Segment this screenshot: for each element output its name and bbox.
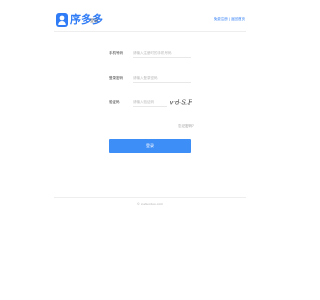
login-page: 序多多 登录 免费注册|返回首页 手机号码 登录密码 验证码 v d S F 忘… — [0, 0, 300, 300]
password-label: 登录密码 — [109, 76, 123, 80]
home-link[interactable]: 返回首页 — [231, 17, 245, 21]
link-separator: | — [228, 17, 230, 21]
password-input[interactable] — [133, 74, 191, 83]
page-title: 登录 — [90, 18, 98, 23]
brand-logo[interactable]: 序多多 — [70, 12, 103, 27]
phone-input[interactable] — [133, 49, 191, 58]
register-link[interactable]: 免费注册 — [214, 17, 228, 21]
captcha-label: 验证码 — [109, 100, 120, 104]
user-avatar-icon[interactable] — [56, 13, 68, 27]
login-button[interactable]: 登录 — [109, 139, 191, 153]
header-links: 免费注册|返回首页 — [214, 17, 245, 22]
forgot-password-link[interactable]: 忘记密码? — [178, 124, 194, 129]
footer-copyright: © xuduoduo.com — [136, 202, 164, 206]
captcha-image[interactable]: v d S F — [170, 97, 192, 107]
captcha-input[interactable] — [133, 98, 167, 107]
header-divider — [54, 31, 246, 32]
captcha-text: v d S F — [170, 99, 192, 107]
phone-label: 手机号码 — [109, 51, 123, 55]
footer-divider — [54, 197, 246, 198]
